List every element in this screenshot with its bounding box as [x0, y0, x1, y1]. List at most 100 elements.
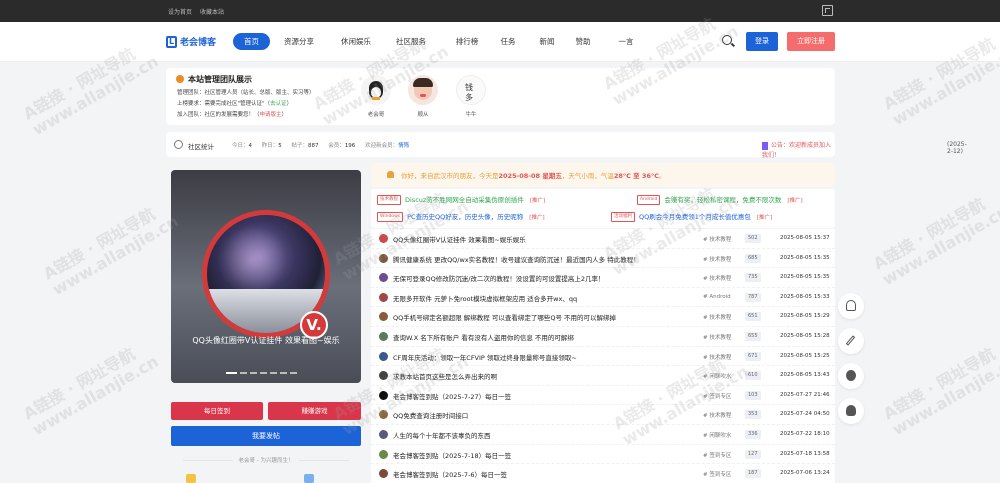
favorite-link[interactable]: 收藏本站	[200, 9, 224, 16]
thread-forum[interactable]: # 技术教程	[703, 274, 731, 282]
author-avatar-icon[interactable]	[379, 430, 388, 439]
side-tip-button[interactable]	[838, 293, 864, 319]
team-member[interactable]: 顺从	[406, 75, 440, 118]
thread-title[interactable]: 无限多开软件 元萝卜免root模块虚拟框架应用 适合多开wx、qq	[393, 293, 698, 303]
author-avatar-icon[interactable]	[379, 292, 388, 302]
author-avatar-icon[interactable]	[379, 253, 388, 263]
thread-forum[interactable]: # 闲聊吹水	[703, 431, 731, 439]
daily-sign-button[interactable]: 每日签到	[171, 402, 263, 420]
nav-item[interactable]: 首页	[233, 33, 270, 50]
thread-title[interactable]: 老会博客签到贴（2025-7-27）每日一签	[393, 391, 698, 401]
new-post-button[interactable]: 我要发帖	[171, 426, 361, 446]
author-avatar-icon[interactable]	[379, 390, 388, 400]
slider-dots[interactable]	[226, 368, 306, 374]
nav-item[interactable]: 赞助	[570, 33, 596, 50]
thread-forum[interactable]: # 技术教程	[703, 353, 731, 361]
side-wechat-button[interactable]	[838, 363, 864, 389]
table-row[interactable]: 腾讯健康系统 更改QQ/wx实名教程！收号建议查询防沉迷！最近国内人多 特此教程…	[371, 249, 835, 269]
fullscreen-icon[interactable]	[822, 5, 833, 16]
slide-caption[interactable]: QQ头像红圈带V认证挂件 效果看图~娱乐	[171, 333, 361, 348]
thread-title[interactable]: CF周年庆活动：领取一年CFVIP 领取过终身限量称号直接领取~	[393, 352, 698, 362]
thread-forum[interactable]: # 签到专区	[703, 392, 731, 400]
table-row[interactable]: CF周年庆活动：领取一年CFVIP 领取过终身限量称号直接领取~ # 技术教程 67…	[371, 347, 835, 367]
nav-item[interactable]: 一言	[613, 33, 639, 50]
slide-dot[interactable]	[250, 372, 257, 374]
thread-title[interactable]: QQ头像红圈带V认证挂件 效果看图~娱乐娱乐	[393, 234, 698, 244]
slide-dot[interactable]	[290, 372, 297, 374]
thread-title[interactable]: 求教本站首页这些是怎么弄出来的啊	[393, 371, 698, 381]
table-row[interactable]: 求教本站首页这些是怎么弄出来的啊 # 闲聊吹水 610 2025-08-05 13:4…	[371, 366, 835, 386]
set-home-link[interactable]: 设为首页	[168, 9, 192, 16]
thread-forum[interactable]: # 闲聊吹水	[703, 372, 731, 380]
promo-item[interactable]: 活动福利 QQ刷会今月免费领1个月成长值优惠包 [推广]	[611, 209, 772, 225]
thread-forum[interactable]: # 签到专区	[703, 470, 731, 478]
table-row[interactable]: 老会博客签到贴（2025-7-6）每日一签 # 签到专区 187 2025-07-06…	[371, 464, 835, 483]
thread-title[interactable]: QQ手机号绑定名额超限 解绑教程 可以查看绑定了哪些Q号 不用的可以解绑掉	[393, 312, 698, 322]
slide-dot[interactable]	[240, 372, 247, 374]
apply-moderator-link[interactable]: 申请版主	[260, 112, 282, 118]
promo-text[interactable]: 会赚有奖，轻松私密课程，免费不限次数	[664, 196, 781, 204]
nav-item[interactable]: 排行榜	[447, 33, 487, 50]
thread-title[interactable]: 腾讯健康系统 更改QQ/wx实名教程！收号建议查询防沉迷！最近国内人多 特此教程…	[393, 254, 698, 264]
thread-title[interactable]: 老会博客签到贴（2025-7-18）每日一签	[393, 450, 698, 460]
promo-item[interactable]: Android 会赚有奖，轻松私密课程，免费不限次数 [推广]	[637, 192, 803, 208]
thread-forum[interactable]: # Android	[703, 294, 731, 300]
author-avatar-icon[interactable]	[379, 449, 388, 459]
author-avatar-icon[interactable]	[379, 273, 388, 283]
featured-slider[interactable]: V. QQ头像红圈带V认证挂件 效果看图~娱乐	[171, 170, 361, 383]
promo-text[interactable]: QQ刷会今月免费领1个月成长值优惠包	[639, 213, 751, 221]
table-row[interactable]: QQ手机号绑定名额超限 解绑教程 可以查看绑定了哪些Q号 不用的可以解绑掉 # 技…	[371, 307, 835, 327]
slide-dot[interactable]	[280, 372, 287, 374]
earn-game-button[interactable]: 赚赚游戏	[268, 402, 361, 420]
author-avatar-icon[interactable]	[379, 332, 388, 341]
promo-text[interactable]: Discuz防不胜网网全自动采集伪原创插件	[405, 196, 524, 204]
table-row[interactable]: 老会博客签到贴（2025-7-27）每日一签 # 签到专区 103 2025-07-2…	[371, 386, 835, 406]
promo-text[interactable]: PC查历史QQ好友，历史头像，历史昵称	[407, 213, 523, 221]
thread-forum[interactable]: # 技术教程	[703, 235, 731, 243]
author-avatar-icon[interactable]	[379, 351, 388, 361]
promo-item[interactable]: 技术教程 Discuz防不胜网网全自动采集伪原创插件 [推广]	[377, 192, 545, 208]
table-row[interactable]: 无限多开软件 元萝卜免root模块虚拟框架应用 适合多开wx、qq # Andro…	[371, 288, 835, 308]
site-logo[interactable]: L 老会博客	[166, 33, 216, 50]
team-member[interactable]: 老会哥	[359, 75, 393, 118]
thread-forum[interactable]: # 签到专区	[703, 451, 731, 459]
table-row[interactable]: 无保可登录QQ修改防沉迷/改二次的教程！没设置的可设置提高上2几率！ # 技术教程…	[371, 268, 835, 288]
nav-item[interactable]: 休闲娱乐	[336, 33, 376, 50]
nav-item[interactable]: 资源分享	[279, 33, 319, 50]
author-avatar-icon[interactable]	[379, 234, 388, 243]
thread-title[interactable]: 查询W.X 名下所有账户 看有没有人盗用你的信息 不用的可解绑	[393, 332, 698, 342]
thread-title[interactable]: 无保可登录QQ修改防沉迷/改二次的教程！没设置的可设置提高上2几率！	[393, 273, 698, 283]
promo-item[interactable]: Windows PC查历史QQ好友，历史头像，历史昵称 [推广]	[377, 209, 545, 225]
register-button[interactable]: 立即注册	[787, 32, 835, 51]
author-avatar-icon[interactable]	[379, 410, 388, 420]
nav-item[interactable]: 社区服务	[391, 33, 431, 50]
nav-item[interactable]: 任务	[495, 33, 521, 50]
go-certify-link[interactable]: 去认证	[270, 101, 287, 107]
newest-member-link[interactable]: 情殇	[398, 143, 409, 149]
table-row[interactable]: QQ免费查询注册时间接口 # 技术教程 353 2025-07-24 04:50	[371, 405, 835, 425]
quick-link-icon[interactable]	[304, 474, 314, 483]
thread-title[interactable]: 人生的每个十年都不该辜负的东西	[393, 430, 698, 440]
side-qq-button[interactable]	[838, 398, 864, 424]
slide-dot[interactable]	[226, 372, 237, 374]
thread-title[interactable]: 老会博客签到贴（2025-7-6）每日一签	[393, 469, 698, 479]
table-row[interactable]: 查询W.X 名下所有账户 看有没有人盗用你的信息 不用的可解绑 # 技术教程 655…	[371, 327, 835, 347]
thread-forum[interactable]: # 技术教程	[703, 255, 731, 263]
table-row[interactable]: 老会博客签到贴（2025-7-18）每日一签 # 签到专区 127 2025-07-1…	[371, 445, 835, 465]
table-row[interactable]: QQ头像红圈带V认证挂件 效果看图~娱乐娱乐 # 技术教程 502 2025-08-0…	[371, 229, 835, 249]
thread-forum[interactable]: # 技术教程	[703, 313, 731, 321]
author-avatar-icon[interactable]	[379, 312, 388, 322]
author-avatar-icon[interactable]	[379, 371, 388, 381]
thread-forum[interactable]: # 技术教程	[703, 333, 731, 341]
table-row[interactable]: 人生的每个十年都不该辜负的东西 # 闲聊吹水 336 2025-07-22 18:10	[371, 425, 835, 445]
thread-forum[interactable]: # 技术教程	[703, 411, 731, 419]
search-icon[interactable]	[722, 35, 732, 45]
team-member[interactable]: 钱多 牛牛	[454, 75, 488, 118]
side-edit-button[interactable]	[838, 328, 864, 354]
login-button[interactable]: 登录	[746, 32, 778, 51]
author-avatar-icon[interactable]	[379, 469, 388, 479]
nav-item[interactable]: 新闻	[534, 33, 560, 50]
slide-dot[interactable]	[270, 372, 277, 374]
slide-dot[interactable]	[260, 372, 267, 374]
quick-link-icon[interactable]	[186, 474, 196, 483]
